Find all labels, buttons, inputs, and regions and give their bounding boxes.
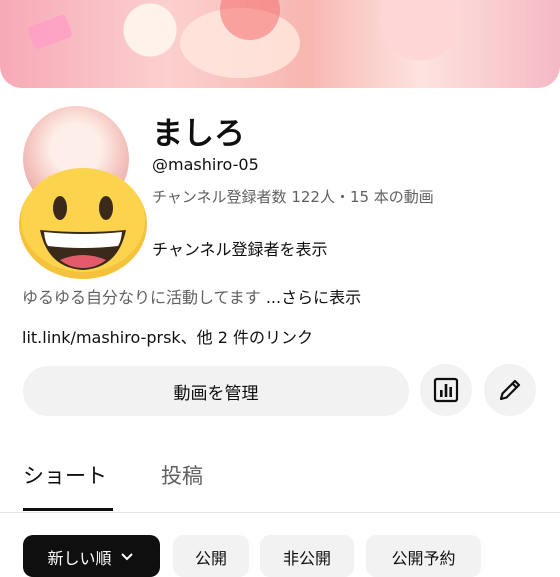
channel-name: ましろ [152, 116, 245, 152]
banner-art-ribbon [27, 13, 73, 51]
analytics-button[interactable] [420, 364, 472, 416]
manage-videos-button[interactable]: 動画を管理 [23, 366, 409, 416]
bar-chart-icon [433, 377, 459, 403]
tab-shorts[interactable]: ショート [23, 460, 107, 490]
more-links-text[interactable]: 、他 2 件のリンク [181, 328, 313, 347]
view-subscribers-link[interactable]: チャンネル登録者を表示 [152, 236, 328, 260]
description-text: ゆるゆる自分なりに活動してます [22, 288, 261, 307]
chip-public[interactable]: 公開 [173, 535, 249, 577]
chevron-down-icon [120, 553, 133, 561]
channel-handle: @mashiro-05 [152, 155, 259, 174]
show-more-link[interactable]: ...さらに表示 [266, 288, 361, 307]
channel-banner [0, 0, 560, 88]
channel-stats: チャンネル登録者数 122人・15 本の動画 [152, 188, 434, 206]
pencil-icon [499, 379, 521, 401]
tab-posts[interactable]: 投稿 [161, 460, 203, 490]
chip-private[interactable]: 非公開 [260, 535, 354, 577]
grinning-face-emoji-icon [19, 168, 147, 279]
chip-label: 新しい順 [47, 549, 112, 568]
channel-description[interactable]: ゆるゆる自分なりに活動してます ...さらに表示 [22, 284, 361, 308]
primary-link[interactable]: lit.link/mashiro-prsk [22, 328, 181, 347]
channel-tabs: ショート 投稿 [0, 450, 560, 513]
edit-channel-button[interactable] [484, 364, 536, 416]
chip-scheduled[interactable]: 公開予約 [366, 535, 481, 577]
active-tab-indicator [23, 508, 113, 511]
chip-label: 公開予約 [391, 549, 456, 568]
chip-label: 公開 [194, 549, 227, 568]
chip-newest[interactable]: 新しい順 [23, 535, 160, 577]
channel-links[interactable]: lit.link/mashiro-prsk、他 2 件のリンク [22, 324, 313, 348]
chip-label: 非公開 [282, 549, 331, 568]
